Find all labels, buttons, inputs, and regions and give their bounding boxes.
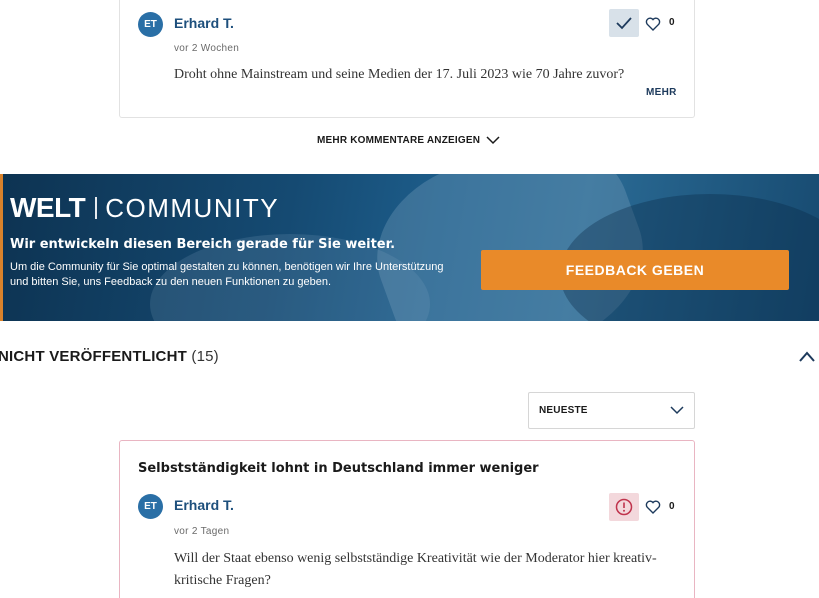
section-label: NICHT VERÖFFENTLICHT [0, 348, 187, 365]
community-logo-text: COMMUNITY [105, 192, 280, 223]
comment-text: Droht ohne Mainstream und seine Medien d… [174, 67, 625, 82]
comment-text-line: Will der Staat ebenso wenig selbstständi… [174, 551, 657, 566]
chevron-up-icon[interactable] [797, 347, 817, 367]
feedback-button[interactable]: FEEDBACK GEBEN [481, 250, 789, 290]
comment-text-line: kritische Fragen? [174, 573, 271, 588]
comment-text: Will der Staat ebenso wenig selbstständi… [174, 548, 674, 592]
comment-author[interactable]: Erhard T. [174, 497, 234, 513]
not-published-status [609, 493, 639, 521]
comment-author[interactable]: Erhard T. [174, 15, 234, 31]
chevron-down-icon [486, 135, 500, 144]
welt-logo: WELT [10, 192, 86, 223]
banner-text: Um die Community für Sie optimal gestalt… [10, 261, 444, 288]
comment-time: vor 2 Wochen [174, 43, 240, 54]
community-banner: WELT COMMUNITY Wir entwickeln diesen Ber… [0, 174, 819, 321]
comment-card: Selbstständigkeit lohnt in Deutschland i… [119, 440, 695, 598]
avatar[interactable]: ET [138, 494, 163, 519]
like-count: 0 [669, 501, 675, 512]
show-more-label: MEHR KOMMENTARE ANZEIGEN [317, 134, 481, 146]
comment-time: vor 2 Tagen [174, 526, 230, 537]
comment-card: ET Erhard T. vor 2 Wochen 0 Droht ohne M… [119, 0, 695, 118]
banner-headline: Wir entwickeln diesen Bereich gerade für… [10, 237, 396, 252]
welt-community-logo: WELT COMMUNITY [10, 192, 279, 224]
sort-select[interactable]: NEUESTE [528, 392, 695, 429]
show-more-comments-button[interactable]: MEHR KOMMENTARE ANZEIGEN [317, 132, 500, 148]
banner-accent-bar [0, 174, 3, 321]
logo-divider [95, 197, 98, 219]
check-icon [616, 17, 632, 30]
heart-icon[interactable] [645, 16, 661, 32]
section-count: (15) [191, 348, 219, 365]
section-title[interactable]: NICHT VERÖFFENTLICHT (15) [0, 348, 219, 365]
article-title[interactable]: Selbstständigkeit lohnt in Deutschland i… [138, 461, 539, 476]
sort-selected-value: NEUESTE [539, 405, 588, 416]
more-link[interactable]: MEHR [646, 87, 677, 98]
heart-icon[interactable] [645, 499, 661, 515]
warning-icon [615, 498, 633, 516]
like-count: 0 [669, 17, 675, 28]
avatar[interactable]: ET [138, 12, 163, 37]
chevron-down-icon [670, 406, 684, 415]
approved-status [609, 9, 639, 37]
